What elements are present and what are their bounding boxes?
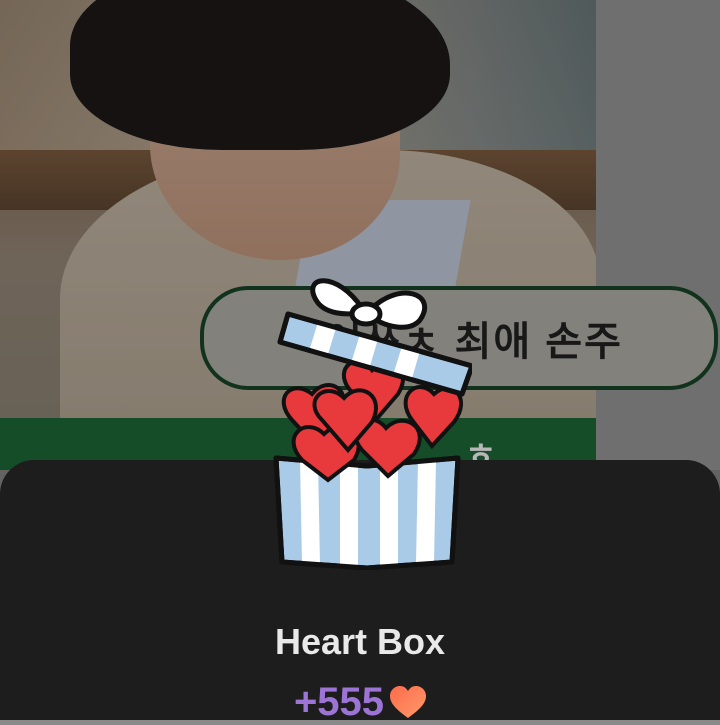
reward-title: Heart Box bbox=[274, 621, 446, 662]
reward-amount: +555 bbox=[293, 680, 385, 724]
reward-row: +555 bbox=[0, 680, 720, 725]
gift-box-icon bbox=[273, 278, 472, 570]
heart-icon bbox=[390, 685, 427, 718]
